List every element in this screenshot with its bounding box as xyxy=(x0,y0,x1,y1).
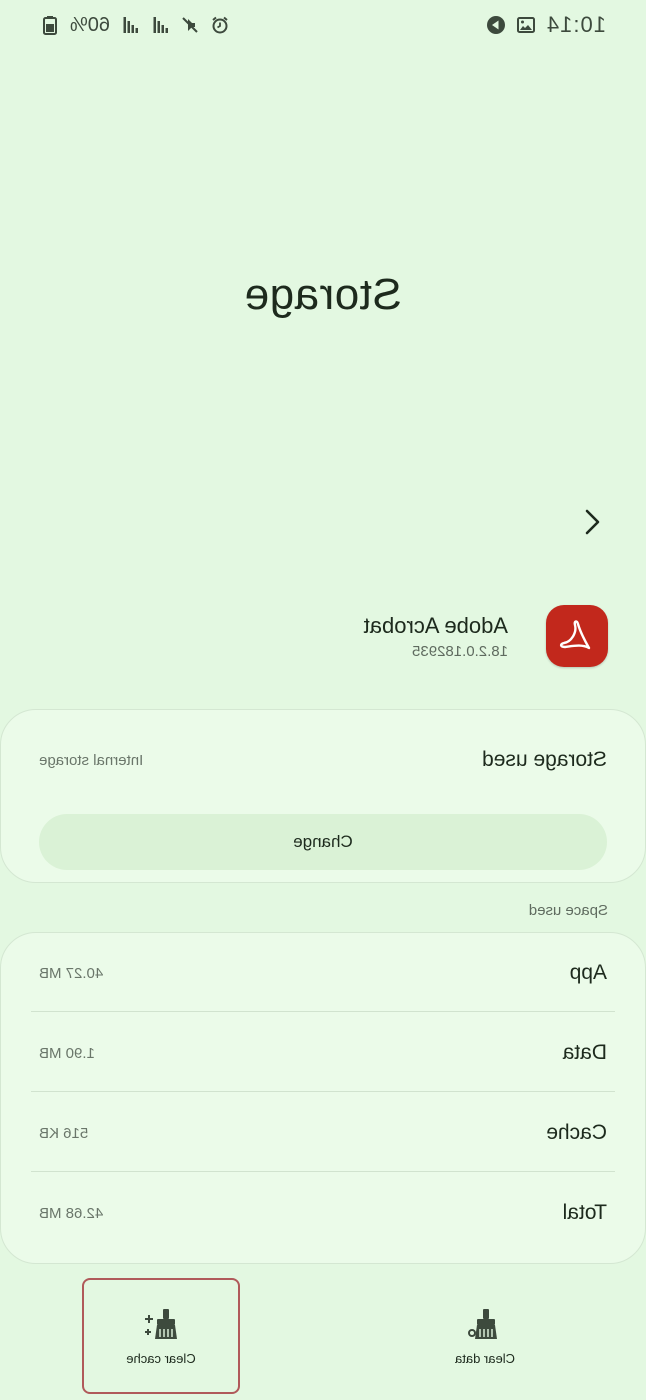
storage-used-label: Storage used xyxy=(482,748,607,771)
space-row-data: Data 1.90 MB xyxy=(39,1013,607,1093)
clear-data-label: Clear data xyxy=(455,1350,515,1366)
clear-cache-button[interactable]: Clear cache xyxy=(82,1278,240,1394)
signal-icon-2 xyxy=(153,17,169,33)
clear-cache-label: Clear cache xyxy=(126,1350,196,1366)
broom-data-icon xyxy=(468,1308,497,1339)
gallery-icon xyxy=(516,17,535,33)
status-bar: 10:14 60% xyxy=(40,10,606,40)
space-row-cache: Cache 516 KB xyxy=(39,1093,607,1173)
space-row-total: Total 42.68 MB xyxy=(39,1173,607,1253)
space-row-value: 516 KB xyxy=(39,1124,89,1142)
app-meta: Adobe Acrobat 18.2.0.182935 xyxy=(364,613,508,660)
status-time: 10:14 xyxy=(545,12,606,37)
battery-percent: 60% xyxy=(70,13,111,36)
storage-used-value: Internal storage xyxy=(39,751,144,769)
storage-screen: 10:14 60% Storage Adobe Acrobat 18.2.0.1… xyxy=(0,0,646,1400)
app-name: Adobe Acrobat xyxy=(363,612,508,638)
broom-cache-icon xyxy=(145,1308,177,1339)
space-row-label: App xyxy=(569,961,607,984)
row-divider xyxy=(31,1091,615,1092)
alarm-icon xyxy=(212,16,228,34)
chevron-left-icon xyxy=(585,509,600,535)
clear-data-button[interactable]: Clear data xyxy=(406,1278,564,1394)
signal-icon-1 xyxy=(123,17,139,33)
play-store-icon xyxy=(486,16,505,34)
space-used-card: App 40.27 MB Data 1.90 MB Cache 516 KB T… xyxy=(0,932,646,1264)
back-button[interactable] xyxy=(574,504,610,540)
status-bar-left: 10:14 xyxy=(486,12,606,38)
app-header: Adobe Acrobat 18.2.0.182935 xyxy=(40,604,608,668)
space-row-label: Data xyxy=(562,1041,607,1064)
space-row-app: App 40.27 MB xyxy=(39,933,607,1013)
space-row-value: 1.90 MB xyxy=(39,1044,95,1062)
row-divider xyxy=(31,1171,615,1172)
app-version: 18.2.0.182935 xyxy=(412,642,508,660)
row-divider xyxy=(31,1011,615,1012)
battery-icon xyxy=(43,16,57,35)
bottom-action-bar: Clear data Clear cache xyxy=(0,1278,646,1396)
acrobat-logo-icon xyxy=(559,620,591,650)
change-storage-button[interactable]: Change xyxy=(39,814,607,870)
space-row-label: Total xyxy=(562,1201,607,1224)
mute-icon xyxy=(182,17,198,33)
storage-used-card: Storage used Internal storage Change xyxy=(0,709,646,883)
adobe-acrobat-app-icon xyxy=(546,605,608,667)
space-row-value: 42.68 MB xyxy=(39,1204,104,1222)
space-row-label: Cache xyxy=(546,1121,607,1144)
space-used-section-label: Space used xyxy=(528,902,608,919)
page-title: Storage xyxy=(244,270,402,319)
status-bar-right: 60% xyxy=(40,14,230,37)
space-row-value: 40.27 MB xyxy=(39,964,104,982)
storage-used-row: Storage used Internal storage xyxy=(39,748,607,772)
